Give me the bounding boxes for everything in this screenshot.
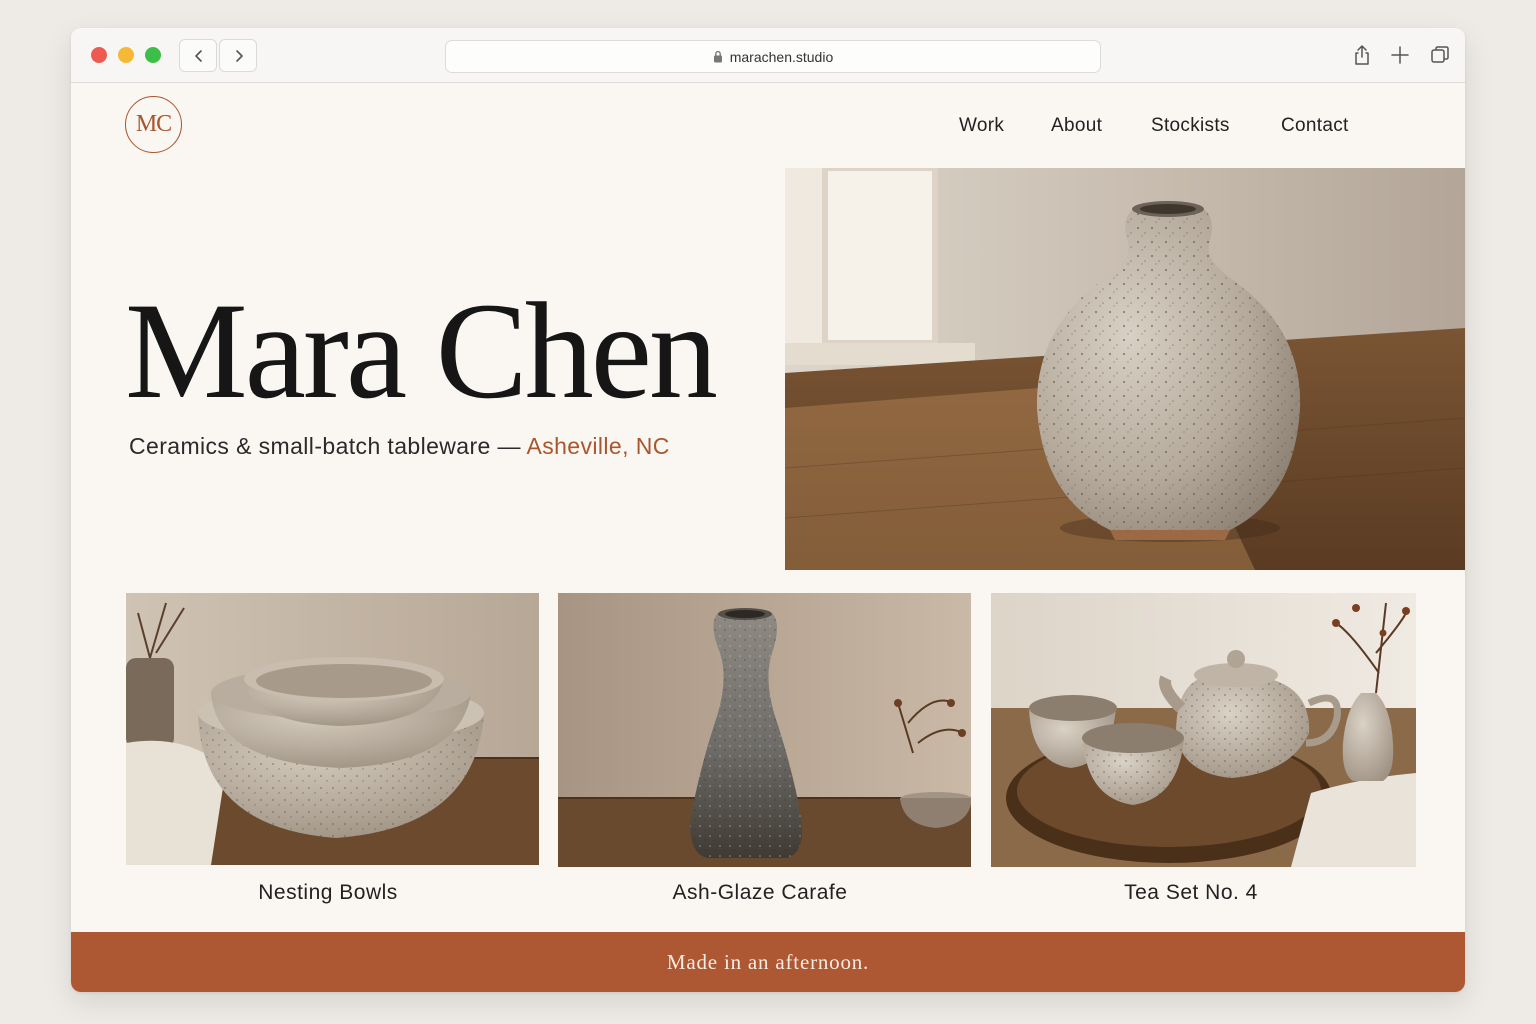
browser-toolbar: marachen.studio [71, 28, 1465, 83]
nav-contact-link[interactable]: Contact [1281, 115, 1349, 136]
work-card-title-nesting-bowls[interactable]: Nesting Bowls [126, 881, 530, 905]
footer-text: Made in an afternoon. [666, 949, 870, 974]
zoom-window-button[interactable] [145, 47, 161, 63]
work-card-image-nesting-bowls[interactable] [126, 593, 539, 865]
nav-stockists[interactable]: Stockists [1151, 115, 1230, 137]
work-card-image-tea-set[interactable] [991, 593, 1416, 867]
nav-work-link[interactable]: Work [959, 115, 1004, 136]
forward-arrow-icon [236, 50, 243, 62]
address-bar[interactable]: marachen.studio [445, 40, 1101, 73]
nav-about[interactable]: About [1051, 115, 1102, 137]
carafe-illustration [558, 593, 971, 867]
hero-title: Mara Chen [125, 274, 718, 427]
nav-stockists-link[interactable]: Stockists [1151, 115, 1230, 136]
nav-about-link[interactable]: About [1051, 115, 1102, 136]
new-tab-icon[interactable] [1389, 44, 1411, 66]
work-card-title-ash-glaze-carafe[interactable]: Ash-Glaze Carafe [558, 881, 962, 905]
logo-monogram: MC [135, 111, 172, 137]
browser-window: marachen.studio MC Work About Stockists … [71, 28, 1465, 992]
lock-icon [713, 50, 722, 63]
tea-set-illustration [991, 593, 1416, 867]
back-button[interactable] [179, 39, 217, 72]
forward-button[interactable] [219, 39, 257, 72]
nav-contact[interactable]: Contact [1281, 115, 1349, 137]
nesting-bowls-illustration [126, 593, 539, 865]
vase-illustration [785, 168, 1465, 570]
close-window-button[interactable] [91, 47, 107, 63]
work-card-image-ash-glaze-carafe[interactable] [558, 593, 971, 867]
tabs-overview-icon[interactable] [1429, 44, 1451, 66]
work-card-title-tea-set[interactable]: Tea Set No. 4 [991, 881, 1391, 905]
back-arrow-icon [195, 50, 202, 62]
minimize-window-button[interactable] [118, 47, 134, 63]
hero-vase-photo [785, 168, 1465, 570]
hero-subtitle-text: Ceramics & small-batch tableware — [129, 433, 527, 459]
site-logo[interactable]: MC [125, 96, 182, 153]
url-text: marachen.studio [729, 48, 834, 65]
hero-location: Asheville, NC [526, 433, 670, 459]
hero-subtitle: Ceramics & small-batch tableware — Ashev… [129, 433, 670, 460]
nav-work[interactable]: Work [959, 115, 1004, 137]
share-icon[interactable] [1351, 44, 1373, 66]
footer-banner: Made in an afternoon. [71, 932, 1465, 992]
